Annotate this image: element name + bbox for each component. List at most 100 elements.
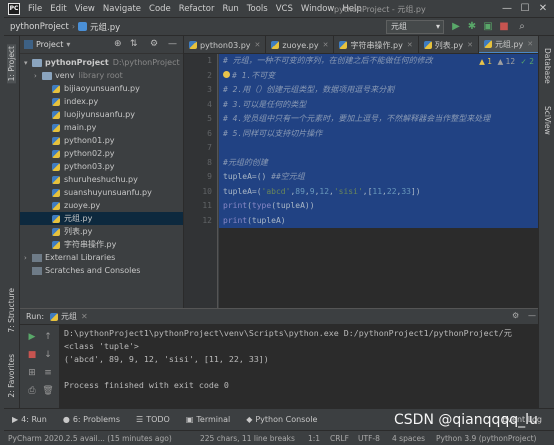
- sciview-tool-button[interactable]: SciView: [543, 106, 552, 135]
- intention-bulb-icon[interactable]: [223, 70, 230, 78]
- menu-file[interactable]: File: [24, 4, 46, 14]
- console-line: Process finished with exit code 0: [64, 380, 229, 390]
- locate-icon[interactable]: ⊕: [114, 39, 122, 49]
- tree-item-path: library root: [78, 71, 123, 80]
- close-window-icon[interactable]: ✕: [536, 2, 550, 16]
- tree-item-label: 元组.py: [64, 214, 93, 223]
- tree-item[interactable]: › External Libraries: [20, 251, 183, 264]
- project-panel-title[interactable]: Project: [36, 40, 63, 49]
- hide-panel-icon[interactable]: —: [528, 311, 536, 320]
- tree-item[interactable]: python03.py: [20, 160, 183, 173]
- tree-item[interactable]: luojiyunsuanfu.py: [20, 108, 183, 121]
- bottom-tab[interactable]: ▶ 4: Run: [4, 415, 55, 424]
- python-file-icon: [271, 41, 280, 49]
- menu-tools[interactable]: Tools: [243, 4, 272, 14]
- inspection-widget[interactable]: ▲ 1 ▲ 12 ✓ 2: [479, 57, 534, 66]
- tree-item[interactable]: python01.py: [20, 134, 183, 147]
- run-console-output[interactable]: D:\pythonProject1\pythonProject\venv\Scr…: [64, 327, 534, 407]
- stop-icon[interactable]: ■: [26, 349, 38, 361]
- tree-item[interactable]: index.py: [20, 95, 183, 108]
- run-icon[interactable]: ▶: [450, 21, 462, 33]
- pin-icon[interactable]: ⊞: [26, 367, 38, 379]
- breadcrumb-file[interactable]: 元组.py: [90, 21, 120, 33]
- editor-tab[interactable]: 元组.py ✕: [478, 36, 538, 53]
- menu-edit[interactable]: Edit: [46, 4, 70, 14]
- scroll-down-icon[interactable]: ↓: [42, 349, 54, 361]
- print-icon[interactable]: ⎙: [26, 385, 38, 397]
- status-message[interactable]: PyCharm 2020.2.5 avail... (15 minutes ag…: [4, 434, 200, 443]
- structure-tool-button[interactable]: 7: Structure: [7, 288, 16, 333]
- code-token: (tupleA): [247, 215, 286, 225]
- editor-tab[interactable]: zuoye.py ✕: [266, 36, 335, 53]
- tree-item[interactable]: main.py: [20, 121, 183, 134]
- scroll-up-icon[interactable]: ↑: [42, 331, 54, 343]
- line-separator[interactable]: CRLF: [330, 434, 358, 443]
- tree-item[interactable]: bijiaoyunsuanfu.py: [20, 82, 183, 95]
- menu-run[interactable]: Run: [218, 4, 242, 14]
- editor-tab[interactable]: python03.py ✕: [184, 36, 267, 53]
- database-tool-button[interactable]: Database: [543, 48, 552, 84]
- breadcrumb-project[interactable]: pythonProject: [4, 22, 69, 32]
- tree-item[interactable]: python02.py: [20, 147, 183, 160]
- caret-position[interactable]: 1:1: [308, 434, 330, 443]
- editor-tab[interactable]: 列表.py ✕: [419, 36, 479, 53]
- close-icon[interactable]: ✕: [467, 41, 473, 49]
- tree-item[interactable]: suanshuyunsuanfu.py: [20, 186, 183, 199]
- indent-setting[interactable]: 4 spaces: [392, 434, 436, 443]
- menu-window[interactable]: Window: [297, 4, 339, 14]
- run-config-select[interactable]: 元组 ▾: [386, 20, 444, 34]
- chevron-icon[interactable]: ›: [34, 72, 42, 80]
- gear-icon[interactable]: ⚙: [150, 39, 158, 49]
- minimize-icon[interactable]: —: [500, 2, 514, 16]
- tree-item[interactable]: 字符串操作.py: [20, 238, 183, 251]
- bottom-tab[interactable]: ☰ TODO: [128, 415, 178, 424]
- bottom-tab[interactable]: ▣ Terminal: [178, 415, 238, 424]
- bottom-tab[interactable]: ◆ Python Console: [238, 415, 325, 424]
- rerun-icon[interactable]: ▶: [26, 331, 38, 343]
- tree-item[interactable]: 元组.py: [20, 212, 183, 225]
- tree-item-label: python02.py: [64, 149, 115, 158]
- tree-item[interactable]: shuruheshuchu.py: [20, 173, 183, 186]
- close-icon[interactable]: ✕: [407, 41, 413, 49]
- code-token: 33: [401, 186, 411, 196]
- trash-icon[interactable]: 🗑: [42, 385, 54, 397]
- code-editor[interactable]: ▲ 1 ▲ 12 ✓ 2 # 元组，一种不可变的序列，在创建之后不能做任何的修改…: [219, 54, 538, 308]
- close-icon[interactable]: ✕: [323, 41, 329, 49]
- maximize-icon[interactable]: ☐: [518, 2, 532, 16]
- gear-icon[interactable]: ⚙: [512, 311, 519, 320]
- menu-code[interactable]: Code: [145, 4, 175, 14]
- close-icon[interactable]: ✕: [255, 41, 261, 49]
- code-line: # 1.不可变: [219, 68, 538, 83]
- tree-item[interactable]: Scratches and Consoles: [20, 264, 183, 277]
- search-icon[interactable]: ⌕: [516, 21, 528, 33]
- project-tool-button[interactable]: 1: Project: [7, 44, 16, 84]
- tree-item[interactable]: 列表.py: [20, 225, 183, 238]
- menu-vcs[interactable]: VCS: [272, 4, 297, 14]
- bottom-tab[interactable]: ● 6: Problems: [55, 415, 128, 424]
- favorites-tool-button[interactable]: 2: Favorites: [7, 354, 16, 398]
- chevron-icon[interactable]: ›: [24, 254, 32, 262]
- hide-panel-icon[interactable]: —: [168, 39, 177, 49]
- editor-tab[interactable]: 字符串操作.py ✕: [334, 36, 419, 53]
- chevron-down-icon[interactable]: ▾: [66, 40, 70, 49]
- menu-navigate[interactable]: Navigate: [99, 4, 145, 14]
- stop-icon[interactable]: ■: [498, 21, 510, 33]
- file-encoding[interactable]: UTF-8: [358, 434, 392, 443]
- tool-window-icon: ●: [62, 415, 70, 424]
- chevron-icon[interactable]: ▾: [24, 59, 32, 67]
- menu-view[interactable]: View: [71, 4, 99, 14]
- menu-refactor[interactable]: Refactor: [175, 4, 219, 14]
- close-icon[interactable]: ✕: [81, 312, 88, 321]
- run-tab[interactable]: 元组 ✕: [50, 311, 88, 322]
- interpreter-selector[interactable]: Python 3.9 (pythonProject): [436, 434, 546, 443]
- code-token: # 1.不可变: [232, 70, 276, 80]
- collapse-all-icon[interactable]: ⇅: [130, 39, 138, 49]
- python-file-icon: [52, 162, 60, 171]
- debug-icon[interactable]: ✱: [466, 21, 478, 33]
- tree-item[interactable]: › venv library root: [20, 69, 183, 82]
- tree-item[interactable]: zuoye.py: [20, 199, 183, 212]
- coverage-icon[interactable]: ▣: [482, 21, 494, 33]
- soft-wrap-icon[interactable]: ≡: [42, 367, 54, 379]
- close-icon[interactable]: ✕: [527, 40, 533, 48]
- tree-item[interactable]: ▾ pythonProject D:\pythonProject: [20, 56, 183, 69]
